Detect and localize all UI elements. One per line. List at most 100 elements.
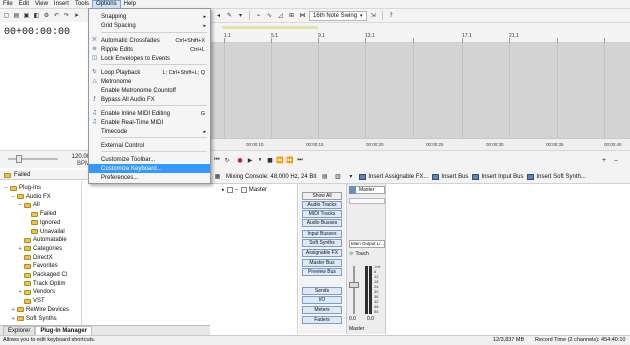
tree-item[interactable]: VST: [18, 297, 45, 305]
tree-item[interactable]: + Categories: [18, 245, 62, 253]
insert-bus-button[interactable]: Insert Bus: [432, 173, 468, 180]
expand-toggle-icon[interactable]: −: [235, 187, 239, 193]
tree-item[interactable]: Favorites: [18, 262, 58, 270]
menu-insert[interactable]: Insert: [51, 0, 72, 9]
tree-item[interactable]: Failed: [25, 210, 56, 218]
mixer-button-show-all[interactable]: Show All: [302, 192, 342, 200]
track-view[interactable]: [210, 43, 630, 138]
expand-icon[interactable]: +: [11, 306, 15, 314]
swing-combo[interactable]: 16th Note Swing ▾: [309, 10, 367, 21]
save-icon[interactable]: ▣: [22, 11, 31, 20]
menu-item-enable-inline-midi-editing[interactable]: ♫ Enable Inline MIDI Editing G: [89, 109, 210, 118]
mixer-button-preview-bus[interactable]: Preview Bus: [302, 268, 342, 276]
tree-item[interactable]: + Vendors: [18, 288, 55, 296]
mixer-options-icon[interactable]: ▾: [346, 172, 355, 181]
tree-item[interactable]: − All: [18, 201, 40, 209]
track-list[interactable]: [0, 44, 92, 154]
master-checkbox[interactable]: [240, 187, 247, 193]
menu-item-lock-envelopes-to-events[interactable]: ◫ Lock Envelopes to Events: [89, 54, 210, 63]
quantize-icon[interactable]: ⇲: [369, 11, 378, 20]
menu-edit[interactable]: Edit: [16, 0, 32, 9]
plugin-list[interactable]: [83, 181, 210, 325]
expand-icon[interactable]: ▸: [222, 187, 225, 193]
loop-icon[interactable]: ↻: [223, 156, 231, 164]
scroll-left-icon[interactable]: ◂: [214, 11, 223, 20]
menu-item-automatic-crossfades[interactable]: ⨉ Automatic Crossfades Ctrl+Shift+X: [89, 36, 210, 45]
stop-icon[interactable]: ■: [266, 156, 274, 164]
menu-item-external-control[interactable]: External Control: [89, 141, 210, 150]
previous-icon[interactable]: ⏪: [276, 156, 284, 164]
tree-item[interactable]: + ReWire Devices: [11, 306, 69, 314]
tempo-slider-thumb[interactable]: [16, 155, 22, 163]
mixer-button-soft-synths[interactable]: Soft Synths: [302, 239, 342, 247]
menu-item-grid-spacing[interactable]: Grid Spacing ▸: [89, 21, 210, 30]
go-to-start-icon[interactable]: ⏮: [213, 156, 221, 164]
menu-file[interactable]: File: [0, 0, 16, 9]
master-checkbox[interactable]: [226, 187, 233, 193]
tree-item[interactable]: − Plug-Ins: [4, 184, 41, 192]
output-selector[interactable]: Main Output L/...: [349, 240, 385, 248]
play-icon[interactable]: ▶: [246, 156, 254, 164]
dropdown-arrow-icon[interactable]: ▾: [236, 11, 245, 20]
mixer-layout-icon[interactable]: ▥: [333, 172, 342, 181]
record-icon[interactable]: ●: [236, 156, 244, 164]
mixer-button-audio-tracks[interactable]: Audio Tracks: [302, 201, 342, 209]
mixer-tree-master[interactable]: Master: [249, 187, 267, 193]
menu-item-snapping[interactable]: Snapping ▸: [89, 12, 210, 21]
insert-assignable-fx-button[interactable]: Insert Assignable FX...: [359, 173, 428, 180]
fader-handle[interactable]: [349, 282, 359, 288]
envelope-tool-icon[interactable]: ⌁: [254, 11, 263, 20]
redo-icon[interactable]: ↷: [62, 11, 71, 20]
mixer-button-audio-busses[interactable]: Audio Busses: [302, 219, 342, 227]
menu-item-ripple-edits[interactable]: ≋ Ripple Edits Ctrl+L: [89, 45, 210, 54]
tree-item[interactable]: Unavailal: [25, 228, 65, 236]
go-to-end-icon[interactable]: ⏭: [296, 156, 304, 164]
mixer-button-input-busses[interactable]: Input Busses: [302, 230, 342, 238]
snap-tool-icon[interactable]: ⋈: [298, 11, 307, 20]
tab-plug-in-manager[interactable]: Plug-In Manager: [35, 326, 93, 335]
expand-icon[interactable]: +: [11, 315, 15, 323]
insert-soft-synth-button[interactable]: Insert Soft Synth...: [527, 173, 586, 180]
render-icon[interactable]: ◧: [32, 11, 41, 20]
tool-arrow-icon[interactable]: ➤: [72, 11, 81, 20]
mixer-button-meters[interactable]: Meters: [302, 306, 342, 314]
menu-item-preferences[interactable]: Preferences...: [89, 173, 210, 182]
help-icon[interactable]: ?: [387, 11, 396, 20]
collapse-icon[interactable]: −: [11, 193, 15, 201]
loop-tool-icon[interactable]: ∿: [265, 11, 274, 20]
tree-item[interactable]: Track Optim: [18, 280, 65, 288]
zoom-in-icon[interactable]: +: [600, 156, 608, 164]
mixer-button-midi-tracks[interactable]: MIDI Tracks: [302, 210, 342, 218]
automation-mode[interactable]: ⚙ Touch: [349, 250, 385, 258]
grid-tool-icon[interactable]: ⊞: [287, 11, 296, 20]
menu-item-bypass-all-audio-fx[interactable]: ƒ Bypass All Audio FX: [89, 95, 210, 104]
open-folder-icon[interactable]: ▤: [12, 11, 21, 20]
mixer-button-sends[interactable]: Sends: [302, 287, 342, 295]
undo-icon[interactable]: ↶: [52, 11, 61, 20]
tree-item[interactable]: + Soft Synths: [11, 315, 57, 323]
pause-icon[interactable]: ⏸: [256, 156, 264, 164]
mixer-button-i-o[interactable]: I/O: [302, 296, 342, 304]
tab-explorer[interactable]: Explorer: [3, 326, 36, 335]
collapse-icon[interactable]: −: [18, 201, 22, 209]
loop-region-marker[interactable]: [222, 26, 318, 29]
tree-item[interactable]: DirectX: [18, 254, 53, 262]
mixer-button-faders[interactable]: Faders: [302, 316, 342, 324]
mixer-button-assignable-fx[interactable]: Assignable FX: [302, 249, 342, 257]
menu-view[interactable]: View: [32, 0, 51, 9]
settings-icon[interactable]: ⚙: [42, 11, 51, 20]
collapse-icon[interactable]: −: [4, 184, 8, 192]
insert-input-bus-button[interactable]: Insert Input Bus: [472, 173, 523, 180]
expand-icon[interactable]: +: [18, 288, 22, 296]
menu-item-enable-real-time-midi[interactable]: ♫ Enable Real-Time MIDI: [89, 118, 210, 127]
new-file-icon[interactable]: ▢: [2, 11, 11, 20]
zoom-out-icon[interactable]: −: [612, 156, 620, 164]
menu-item-enable-metronome-countoff[interactable]: Enable Metronome Countoff: [89, 86, 210, 95]
expand-icon[interactable]: +: [18, 245, 22, 253]
menu-item-customize-toolbar[interactable]: Customize Toolbar...: [89, 155, 210, 164]
tree-item[interactable]: Ignored: [25, 219, 60, 227]
strip-fx-slot[interactable]: [349, 198, 385, 204]
menu-item-loop-playback[interactable]: ↻ Loop Playback L; Ctrl+Shift+L; Q: [89, 68, 210, 77]
tree-item[interactable]: − Audio FX: [11, 193, 51, 201]
pencil-tool-icon[interactable]: ✎: [225, 11, 234, 20]
